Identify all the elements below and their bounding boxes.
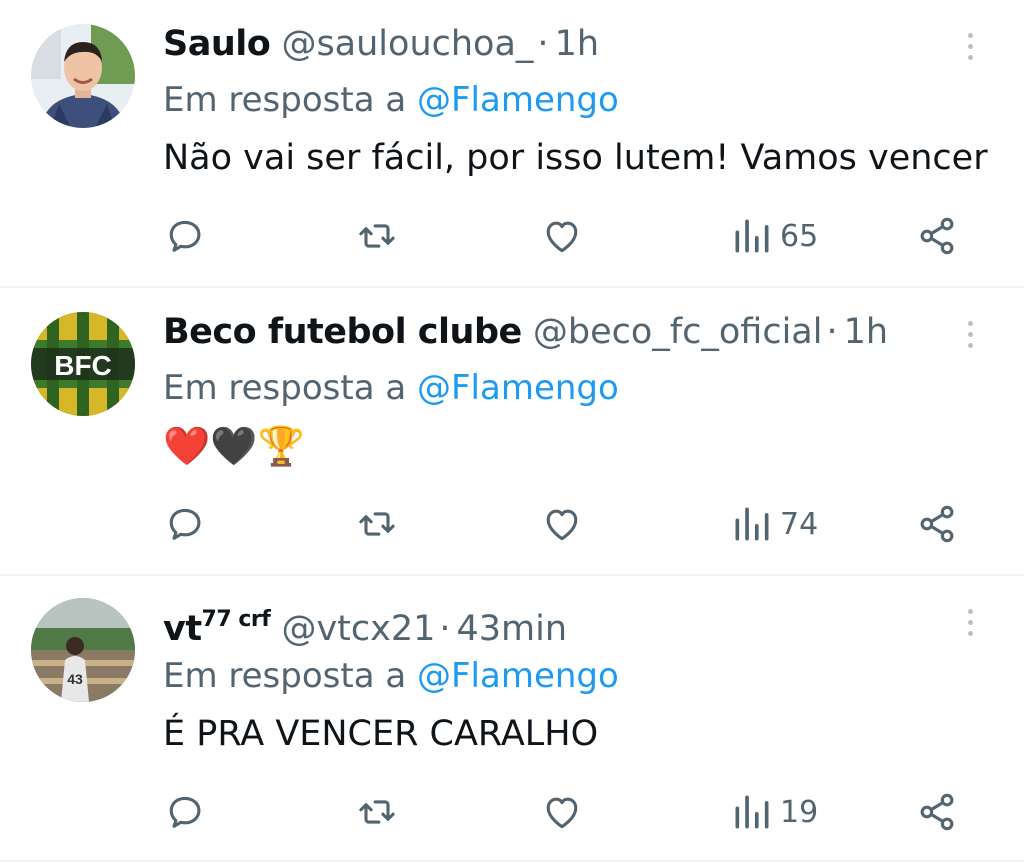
separator-dot: ·: [826, 312, 838, 352]
tweet-text: ❤️🖤🏆: [163, 424, 305, 468]
share-icon: [920, 217, 954, 255]
tweet-header: vt77 crf @vtcx21 · 43min: [163, 598, 567, 649]
tweet-actions: 19: [0, 782, 1024, 842]
views-count: 65: [780, 218, 819, 254]
mention-link[interactable]: @Flamengo: [417, 80, 619, 120]
views-count: 74: [780, 506, 819, 542]
avatar-photo-saulo: [31, 24, 135, 128]
more-vertical-icon[interactable]: [958, 318, 982, 358]
share-button[interactable]: [915, 494, 959, 554]
avatar-text: BFC: [54, 350, 112, 381]
display-name[interactable]: vt77 crf: [163, 607, 271, 649]
tweet-actions: 74: [0, 494, 1024, 554]
views-count: 19: [780, 794, 819, 830]
more-vertical-icon[interactable]: [958, 30, 982, 70]
views-button[interactable]: 19: [730, 782, 818, 842]
views-button[interactable]: 65: [730, 206, 818, 266]
retweet-icon: [359, 512, 395, 536]
avatar-text: 43: [67, 671, 83, 687]
avatar[interactable]: 43: [31, 598, 135, 702]
reply-prefix: Em resposta a: [163, 80, 407, 120]
tweet-header: Saulo @saulouchoa_ · 1h: [163, 22, 599, 66]
more-vertical-icon[interactable]: [958, 606, 982, 646]
like-button[interactable]: [540, 206, 584, 266]
mention-link[interactable]: @Flamengo: [417, 656, 619, 696]
separator-dot: ·: [439, 609, 451, 649]
display-name[interactable]: Saulo: [163, 24, 271, 64]
avatar[interactable]: BFC: [31, 312, 135, 416]
share-button[interactable]: [915, 206, 959, 266]
mention-link[interactable]: @Flamengo: [417, 368, 619, 408]
retweet-icon: [359, 800, 395, 824]
tweet-header: Beco futebol clube @beco_fc_oficial · 1h: [163, 310, 888, 354]
user-handle[interactable]: @vtcx21: [281, 609, 435, 649]
heart-icon: [546, 797, 578, 829]
user-handle[interactable]: @beco_fc_oficial: [533, 312, 823, 352]
views-button[interactable]: 74: [730, 494, 818, 554]
retweet-button[interactable]: [355, 206, 399, 266]
reply-context: Em resposta a @Flamengo: [163, 78, 619, 122]
avatar-logo-bfc: BFC: [31, 312, 135, 416]
share-button[interactable]: [915, 782, 959, 842]
reply-prefix: Em resposta a: [163, 368, 407, 408]
heart-icon: [546, 509, 578, 541]
reply-button[interactable]: [163, 494, 207, 554]
timestamp[interactable]: 1h: [844, 312, 888, 352]
reply-bubble-icon: [169, 796, 201, 828]
avatar-photo-stadium: 43: [31, 598, 135, 702]
retweet-icon: [359, 224, 395, 248]
separator-dot: ·: [537, 24, 549, 64]
user-handle[interactable]: @saulouchoa_: [281, 24, 533, 64]
views-bars-icon: [735, 507, 769, 541]
reply-context: Em resposta a @Flamengo: [163, 654, 619, 698]
reply-bubble-icon: [169, 220, 201, 252]
tweet-text: É PRA VENCER CARALHO: [163, 714, 599, 754]
reply-button[interactable]: [163, 782, 207, 842]
reply-context: Em resposta a @Flamengo: [163, 366, 619, 410]
timestamp[interactable]: 1h: [555, 24, 599, 64]
reply-prefix: Em resposta a: [163, 656, 407, 696]
tweet[interactable]: Saulo @saulouchoa_ · 1h Em resposta a @Fla…: [0, 0, 1024, 288]
retweet-button[interactable]: [355, 782, 399, 842]
views-bars-icon: [735, 219, 769, 253]
like-button[interactable]: [540, 494, 584, 554]
share-icon: [920, 505, 954, 543]
tweet-actions: 65: [0, 206, 1024, 266]
avatar[interactable]: [31, 24, 135, 128]
like-button[interactable]: [540, 782, 584, 842]
reply-button[interactable]: [163, 206, 207, 266]
tweet[interactable]: 43 vt77 crf @vtcx21 · 43min Em resposta a …: [0, 576, 1024, 862]
display-name-superscript: 77 crf: [201, 607, 271, 632]
tweet[interactable]: BFC Beco futebol clube @beco_fc_oficial ·…: [0, 288, 1024, 576]
share-icon: [920, 793, 954, 831]
tweet-text: Não vai ser fácil, por isso lutem! Vamos…: [163, 138, 988, 178]
display-name[interactable]: Beco futebol clube: [163, 312, 522, 352]
heart-icon: [546, 221, 578, 253]
reply-bubble-icon: [169, 508, 201, 540]
display-name-main: vt: [163, 609, 202, 649]
views-bars-icon: [735, 795, 769, 829]
retweet-button[interactable]: [355, 494, 399, 554]
timestamp[interactable]: 43min: [457, 609, 568, 649]
